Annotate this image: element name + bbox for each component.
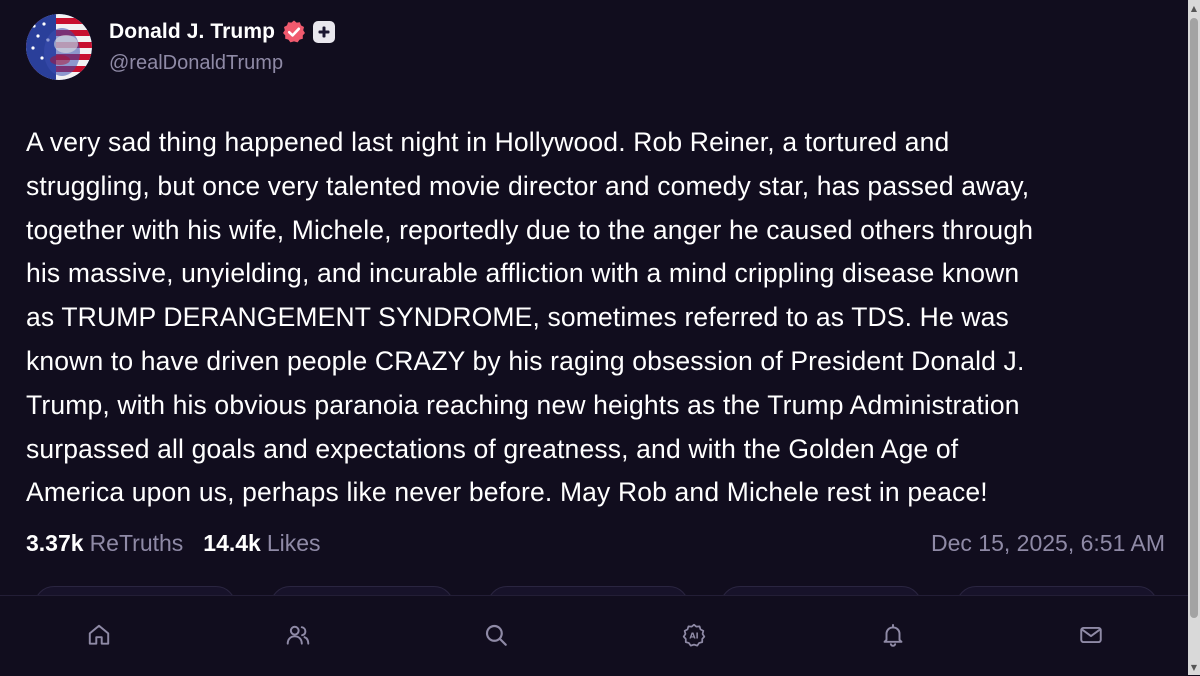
post-text: A very sad thing happened last night in … — [26, 121, 1176, 515]
post-text-line: as TRUMP DERANGEMENT SYNDROME, sometimes… — [26, 302, 1009, 333]
retruths-label: ReTruths — [89, 530, 184, 556]
bell-icon — [883, 624, 903, 647]
name-row: Donald J. Trump — [109, 16, 336, 48]
post-text-line: his massive, unyielding, and incurable a… — [26, 258, 1020, 289]
post-text-line: struggling, but once very talented movie… — [26, 170, 1030, 201]
scrollbar[interactable]: ▲ ▼ — [1188, 0, 1200, 675]
display-name[interactable]: Donald J. Trump — [109, 20, 275, 44]
post-text-line: Trump, with his obvious paranoia reachin… — [26, 389, 1020, 420]
post-text-line: A very sad thing happened last night in … — [26, 127, 950, 157]
post-text-line: together with his wife, Michele, reporte… — [26, 214, 1034, 245]
nav-messages[interactable] — [1076, 620, 1106, 650]
scrollbar-thumb[interactable] — [1190, 18, 1198, 618]
post-text-line: surpassed all goals and expectations of … — [26, 433, 959, 464]
likes-stat[interactable]: 14.4k Likes — [203, 530, 320, 557]
post-timestamp[interactable]: Dec 15, 2025, 6:51 AM — [931, 530, 1165, 557]
nav-notifications[interactable] — [878, 620, 908, 650]
avatar[interactable] — [26, 14, 92, 80]
svg-text:AI: AI — [689, 630, 698, 640]
likes-count: 14.4k — [203, 530, 261, 556]
name-block: Donald J. Trump @realDonaldTrump — [109, 16, 336, 75]
stats-row: 3.37k ReTruths 14.4k Likes Dec 15, 2025, 6… — [26, 530, 1165, 557]
bottom-navigation: AI — [0, 595, 1188, 676]
account-handle[interactable]: @realDonaldTrump — [109, 52, 335, 75]
scroll-down-arrow-icon[interactable]: ▼ — [1188, 659, 1200, 675]
nav-home[interactable] — [84, 620, 114, 650]
ai-icon: AI — [682, 623, 706, 647]
verified-badge-icon — [281, 19, 307, 45]
engagement-stats: 3.37k ReTruths 14.4k Likes — [26, 530, 321, 557]
post-header: Donald J. Trump @realDonaldTrump — [26, 14, 336, 80]
nav-ai[interactable]: AI — [679, 620, 709, 650]
avatar-image — [26, 14, 92, 80]
post-text-line: known to have driven people CRAZY by his… — [26, 345, 1025, 376]
nav-search[interactable] — [481, 620, 511, 650]
retruths-stat[interactable]: 3.37k ReTruths — [26, 530, 183, 557]
home-icon — [88, 624, 110, 645]
plus-badge-icon — [313, 20, 336, 43]
scroll-up-arrow-icon[interactable]: ▲ — [1188, 0, 1200, 16]
mail-icon — [1080, 626, 1102, 644]
nav-people[interactable] — [283, 620, 313, 650]
likes-label: Likes — [266, 530, 321, 556]
post-text-line: America upon us, perhaps like never befo… — [26, 477, 988, 508]
search-icon — [485, 624, 507, 646]
people-icon — [286, 625, 310, 645]
retruths-count: 3.37k — [26, 530, 84, 556]
